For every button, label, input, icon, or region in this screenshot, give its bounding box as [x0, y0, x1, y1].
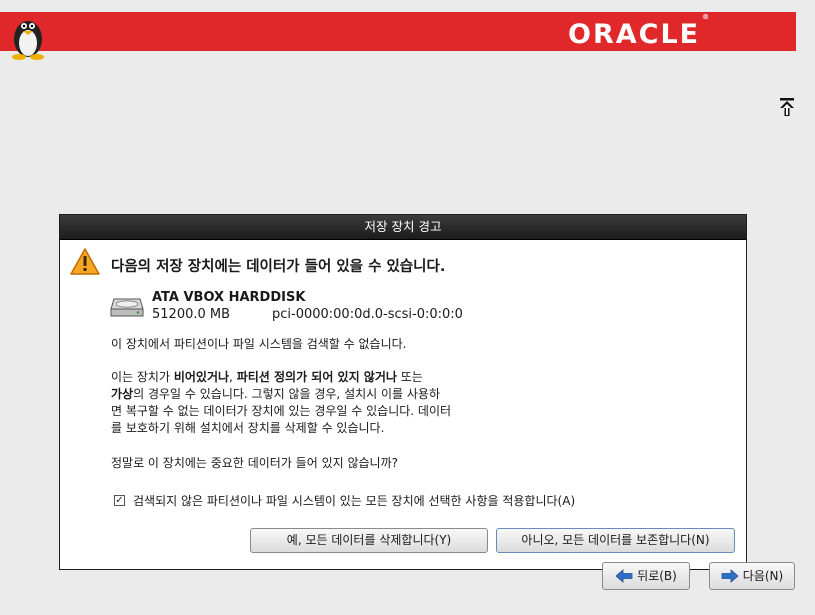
warning-icon: [70, 248, 100, 275]
dialog-title: 저장 장치 경고: [60, 215, 746, 240]
back-button[interactable]: 뒤로(B): [602, 562, 690, 590]
no-partition-message: 이 장치에서 파티션이나 파일 시스템을 검색할 수 없습니다.: [111, 337, 407, 351]
apply-to-all-checkbox[interactable]: ✓: [114, 495, 125, 506]
oracle-logo: ORACLE®: [568, 13, 710, 50]
keep-data-button[interactable]: 아니오, 모든 데이터를 보존합니다(N): [496, 528, 735, 553]
device-size: 51200.0 MB: [152, 307, 231, 322]
arrow-left-icon: [615, 569, 633, 583]
storage-warning-dialog: 저장 장치 경고 다음의 저장 장치에는 데이터가 들어 있을 수 있습니다. …: [59, 214, 747, 570]
next-label: 다음(N): [742, 569, 784, 583]
device-name: ATA VBOX HARDDISK: [152, 290, 306, 305]
hard-disk-icon: [110, 298, 144, 317]
discard-data-button[interactable]: 예, 모든 데이터를 삭제합니다(Y): [250, 528, 488, 553]
next-button[interactable]: 다음(N): [709, 562, 795, 590]
confirm-question: 정말로 이 장치에는 중요한 데이터가 들어 있지 않습니까?: [111, 456, 398, 470]
arrow-right-icon: [721, 569, 739, 583]
dialog-heading: 다음의 저장 장치에는 데이터가 들어 있을 수 있습니다.: [111, 259, 446, 275]
explanation-paragraph: 이는 장치가 비어있거나, 파티션 정의가 되어 있지 않거나 또는 가상의 경…: [111, 370, 452, 435]
apply-to-all-label: 검색되지 않은 파티션이나 파일 시스템이 있는 모든 장치에 선택한 사항을 …: [133, 494, 576, 508]
tux-penguin-icon: [12, 21, 44, 60]
scroll-to-top-icon[interactable]: [778, 96, 796, 118]
device-path: pci-0000:00:0d.0-scsi-0:0:0:0: [272, 307, 463, 322]
apply-to-all-checkbox-row[interactable]: ✓ 검색되지 않은 파티션이나 파일 시스템이 있는 모든 장치에 선택한 사항…: [114, 492, 575, 509]
back-label: 뒤로(B): [637, 569, 677, 583]
